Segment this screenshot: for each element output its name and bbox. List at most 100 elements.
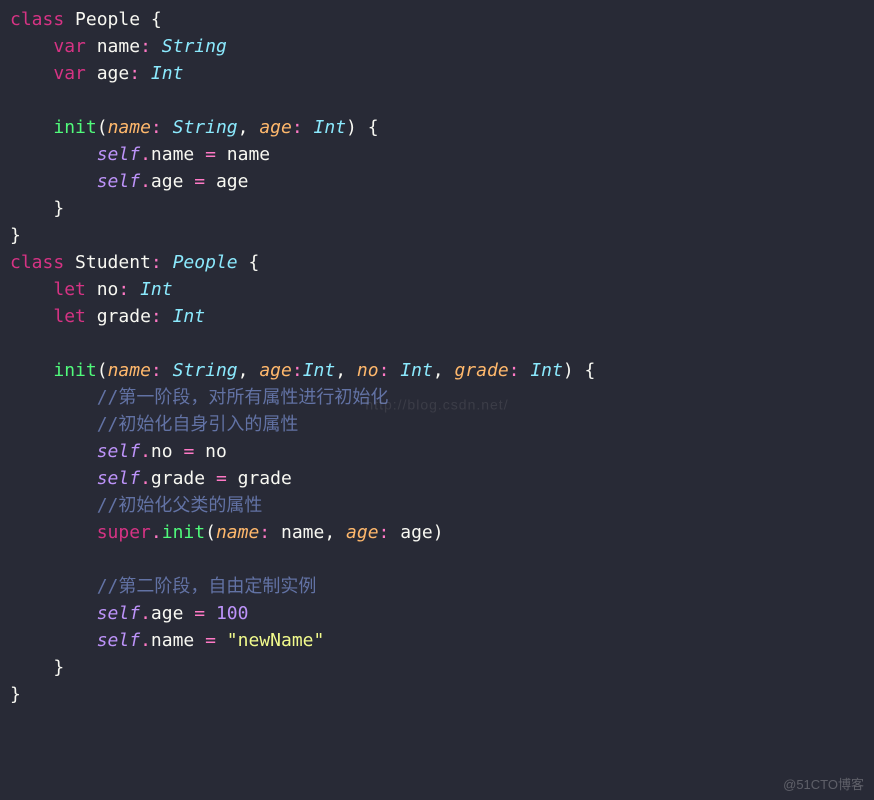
self-keyword: self — [97, 171, 140, 192]
comment: //第一阶段，对所有属性进行初始化 — [97, 387, 389, 408]
keyword-let: let — [53, 306, 86, 327]
comma: , — [433, 360, 444, 381]
param-age: age — [259, 360, 292, 381]
arg-label: name — [216, 522, 259, 543]
keyword-class: class — [10, 252, 64, 273]
dot: . — [151, 522, 162, 543]
brace-close: } — [53, 657, 64, 678]
colon: : — [379, 522, 390, 543]
keyword-var: var — [53, 63, 86, 84]
colon: : — [292, 360, 303, 381]
dot: . — [140, 441, 151, 462]
dot: . — [140, 171, 151, 192]
param-age: age — [259, 117, 292, 138]
watermark-bottom-right: @51CTO博客 — [783, 775, 864, 795]
colon: : — [118, 279, 129, 300]
prop-no: no — [97, 279, 119, 300]
value: grade — [238, 468, 292, 489]
colon: : — [129, 63, 140, 84]
super-keyword: super — [97, 522, 151, 543]
type-int: Int — [530, 360, 563, 381]
type-string: String — [173, 117, 238, 138]
comma: , — [238, 360, 249, 381]
comment: //第二阶段，自由定制实例 — [97, 576, 317, 597]
string-literal: "newName" — [227, 630, 325, 651]
init-keyword: init — [53, 360, 96, 381]
equals: = — [205, 144, 216, 165]
prop: age — [151, 603, 184, 624]
paren-close: ) — [346, 117, 357, 138]
colon: : — [151, 117, 162, 138]
equals: = — [194, 603, 205, 624]
type-int: Int — [303, 360, 336, 381]
dot: . — [140, 468, 151, 489]
equals: = — [183, 441, 194, 462]
self-keyword: self — [97, 603, 140, 624]
arg-value: name — [281, 522, 324, 543]
class-name: Student — [75, 252, 151, 273]
type-int: Int — [400, 360, 433, 381]
prop: grade — [151, 468, 205, 489]
prop: name — [151, 144, 194, 165]
brace-open: { — [585, 360, 596, 381]
colon: : — [151, 306, 162, 327]
prop: no — [151, 441, 173, 462]
prop-name: name — [97, 36, 140, 57]
keyword-var: var — [53, 36, 86, 57]
dot: . — [140, 603, 151, 624]
param-grade: grade — [454, 360, 508, 381]
colon: : — [509, 360, 520, 381]
brace-close: } — [10, 225, 21, 246]
colon: : — [259, 522, 270, 543]
paren-open: ( — [97, 117, 108, 138]
paren-open: ( — [97, 360, 108, 381]
colon: : — [151, 252, 162, 273]
paren-close: ) — [433, 522, 444, 543]
brace-close: } — [10, 684, 21, 705]
comma: , — [238, 117, 249, 138]
colon: : — [151, 360, 162, 381]
init-keyword: init — [53, 117, 96, 138]
equals: = — [205, 630, 216, 651]
paren-open: ( — [205, 522, 216, 543]
param-no: no — [357, 360, 379, 381]
value: age — [216, 171, 249, 192]
brace-open: { — [151, 9, 162, 30]
brace-close: } — [53, 198, 64, 219]
prop: name — [151, 630, 194, 651]
comma: , — [324, 522, 335, 543]
self-keyword: self — [97, 144, 140, 165]
value: no — [205, 441, 227, 462]
keyword-class: class — [10, 9, 64, 30]
class-name: People — [75, 9, 140, 30]
colon: : — [140, 36, 151, 57]
colon: : — [379, 360, 390, 381]
type-int: Int — [140, 279, 173, 300]
type-int: Int — [314, 117, 347, 138]
comma: , — [335, 360, 346, 381]
equals: = — [194, 171, 205, 192]
self-keyword: self — [97, 630, 140, 651]
arg-label: age — [346, 522, 379, 543]
comment: //初始化自身引入的属性 — [97, 414, 299, 435]
prop-age: age — [97, 63, 130, 84]
param-name: name — [108, 360, 151, 381]
brace-open: { — [368, 117, 379, 138]
param-name: name — [108, 117, 151, 138]
self-keyword: self — [97, 441, 140, 462]
type-int: Int — [173, 306, 206, 327]
self-keyword: self — [97, 468, 140, 489]
type-int: Int — [151, 63, 184, 84]
paren-close: ) — [563, 360, 574, 381]
number-literal: 100 — [216, 603, 249, 624]
prop: age — [151, 171, 184, 192]
dot: . — [140, 144, 151, 165]
dot: . — [140, 630, 151, 651]
type-string: String — [173, 360, 238, 381]
comment: //初始化父类的属性 — [97, 495, 263, 516]
equals: = — [216, 468, 227, 489]
colon: : — [292, 117, 303, 138]
code-block: class People { var name: String var age:… — [10, 6, 864, 708]
init-call: init — [162, 522, 205, 543]
arg-value: age — [400, 522, 433, 543]
